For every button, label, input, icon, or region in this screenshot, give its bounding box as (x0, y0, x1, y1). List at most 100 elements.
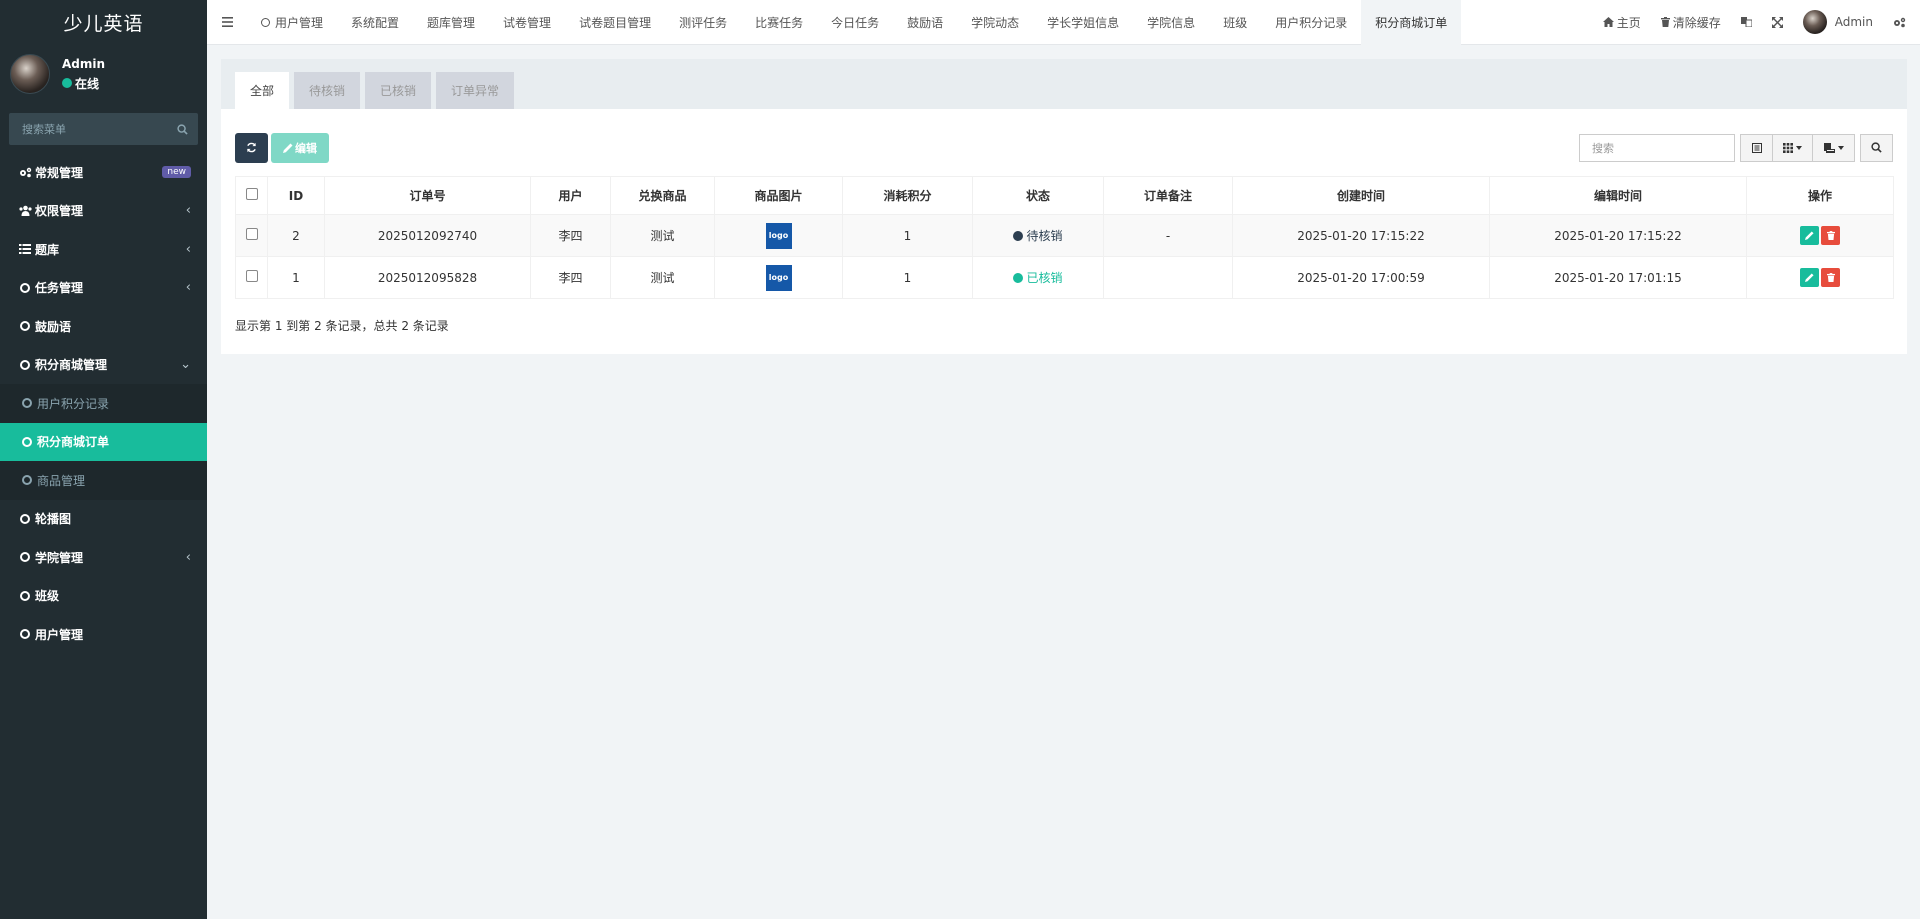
sidebar-item-products[interactable]: 商品管理 (0, 461, 207, 500)
tab-contest-tasks[interactable]: 比赛任务 (741, 0, 817, 45)
sidebar-item-label: 任务管理 (35, 281, 84, 296)
tab-encouragement[interactable]: 鼓励语 (893, 0, 957, 45)
cell-points: 1 (842, 256, 973, 299)
sidebar-item-encouragement[interactable]: 鼓励语 (0, 307, 207, 346)
sidebar-search-input[interactable]: 搜索菜单 (9, 113, 198, 145)
tab-system-config[interactable]: 系统配置 (337, 0, 413, 45)
column-header[interactable]: 订单号 (324, 176, 531, 215)
cogs-icon (1894, 17, 1906, 27)
tab-all[interactable]: 全部 (235, 72, 290, 109)
table-row[interactable]: 1 2025012095828 李四 测试 logo 1 已核销 2025-01… (235, 256, 1894, 299)
tab-assessment-tasks[interactable]: 测评任务 (665, 0, 741, 45)
sidebar-item-class[interactable]: 班级 (0, 577, 207, 616)
advanced-search-button[interactable] (1860, 133, 1893, 162)
sidebar-search-placeholder: 搜索菜单 (22, 123, 66, 136)
search-input[interactable]: 搜索 (1579, 133, 1735, 162)
sidebar-item-label: 轮播图 (35, 512, 72, 527)
edit-button[interactable]: 编辑 (271, 132, 329, 163)
language-button[interactable] (1731, 17, 1762, 27)
sidebar-item-points-mall[interactable]: 积分商城管理 ⌄ (0, 346, 207, 385)
sidebar-menu: 常规管理 new 权限管理 ‹ 题库 ‹ 任务管理 ‹ 鼓励语 积分商城管理 ⌄… (0, 153, 207, 654)
topbar-right: 主页 清除缓存 Admin (1593, 0, 1920, 45)
home-label: 主页 (1616, 15, 1641, 30)
tab-mall-orders[interactable]: 积分商城订单 (1361, 0, 1462, 45)
tab-today-tasks[interactable]: 今日任务 (817, 0, 893, 45)
fullscreen-button[interactable] (1762, 16, 1793, 28)
tab-question-bank[interactable]: 题库管理 (413, 0, 489, 45)
sidebar-item-mall-orders[interactable]: 积分商城订单 (0, 422, 207, 461)
select-all-checkbox[interactable] (245, 188, 258, 200)
sidebar-item-general[interactable]: 常规管理 new (0, 153, 207, 192)
list-icon (18, 244, 32, 255)
refresh-button[interactable] (235, 132, 268, 163)
column-header[interactable]: 商品图片 (714, 176, 843, 215)
avatar (1802, 10, 1827, 34)
row-edit-button[interactable] (1800, 268, 1819, 287)
settings-button[interactable] (1883, 17, 1920, 28)
tab-abnormal[interactable]: 订单异常 (436, 72, 515, 109)
menu-toggle-icon[interactable] (207, 17, 247, 27)
cell-remark: - (1103, 214, 1233, 257)
sidebar-item-college[interactable]: 学院管理 ‹ (0, 538, 207, 577)
tab-user-management[interactable]: 用户管理 (247, 0, 337, 45)
pencil-icon (283, 143, 293, 153)
row-edit-button[interactable] (1800, 226, 1819, 245)
cell-order-no: 2025012092740 (324, 214, 531, 257)
sidebar: 少儿英语 Admin 在线 搜索菜单 常规管理 new 权限管理 ‹ 题库 ‹ … (0, 0, 207, 919)
columns-dropdown[interactable] (1773, 133, 1813, 162)
tab-paper-questions[interactable]: 试卷题目管理 (565, 0, 665, 45)
clear-cache-button[interactable]: 清除缓存 (1651, 14, 1731, 31)
column-header[interactable]: 兑换商品 (610, 176, 715, 215)
sidebar-item-label: 用户管理 (35, 627, 84, 642)
search-icon[interactable] (177, 123, 188, 135)
tab-class[interactable]: 班级 (1209, 0, 1261, 45)
tab-user-points[interactable]: 用户积分记录 (1261, 0, 1361, 45)
product-image[interactable]: logo (765, 264, 792, 291)
app-logo[interactable]: 少儿英语 (0, 0, 207, 45)
sidebar-item-permissions[interactable]: 权限管理 ‹ (0, 192, 207, 231)
table-row[interactable]: 2 2025012092740 李四 测试 logo 1 待核销 - 2025-… (235, 214, 1894, 257)
column-header[interactable]: 状态 (972, 176, 1104, 215)
cell-product: 测试 (610, 256, 715, 299)
sidebar-item-label: 题库 (35, 242, 60, 257)
sidebar-item-label: 常规管理 (35, 165, 84, 180)
cell-id: 2 (267, 214, 325, 257)
column-header[interactable]: ID (267, 176, 325, 215)
column-header[interactable]: 消耗积分 (842, 176, 973, 215)
sidebar-item-user-points[interactable]: 用户积分记录 (0, 384, 207, 423)
tab-label: 学院信息 (1147, 15, 1196, 30)
export-dropdown[interactable] (1813, 133, 1855, 162)
tab-verified[interactable]: 已核销 (365, 72, 432, 109)
row-checkbox[interactable] (245, 270, 258, 282)
row-delete-button[interactable] (1821, 226, 1840, 245)
sidebar-item-question-bank[interactable]: 题库 ‹ (0, 230, 207, 269)
user-menu[interactable]: Admin (1793, 10, 1883, 34)
column-header[interactable]: 创建时间 (1232, 176, 1490, 215)
tab-label: 系统配置 (351, 15, 400, 30)
row-delete-button[interactable] (1821, 268, 1840, 287)
home-link[interactable]: 主页 (1593, 14, 1651, 31)
tab-paper-management[interactable]: 试卷管理 (489, 0, 565, 45)
sidebar-item-carousel[interactable]: 轮播图 (0, 500, 207, 539)
circle-icon (22, 475, 32, 486)
tab-senior-info[interactable]: 学长学姐信息 (1033, 0, 1133, 45)
toggle-view-button[interactable] (1740, 133, 1773, 162)
status-label: 已核销 (1026, 271, 1063, 285)
tab-label: 积分商城订单 (1375, 15, 1448, 30)
row-checkbox[interactable] (245, 228, 258, 240)
product-image[interactable]: logo (765, 222, 792, 249)
circle-icon (20, 513, 30, 524)
tab-college-news[interactable]: 学院动态 (957, 0, 1033, 45)
tab-college-info[interactable]: 学院信息 (1133, 0, 1209, 45)
table-header-row: ID 订单号 用户 兑换商品 商品图片 消耗积分 状态 订单备注 创建时间 编辑… (235, 176, 1894, 215)
column-header[interactable]: 编辑时间 (1489, 176, 1747, 215)
column-header[interactable]: 订单备注 (1103, 176, 1233, 215)
sidebar-item-users[interactable]: 用户管理 (0, 615, 207, 654)
tab-pending[interactable]: 待核销 (294, 72, 361, 109)
sidebar-item-label: 用户积分记录 (37, 396, 110, 411)
language-icon (1740, 17, 1752, 27)
tab-label: 试卷管理 (503, 15, 552, 30)
sidebar-item-tasks[interactable]: 任务管理 ‹ (0, 269, 207, 308)
pagination-summary: 显示第 1 到第 2 条记录，总共 2 条记录 (235, 319, 449, 333)
column-header[interactable]: 用户 (530, 176, 611, 215)
